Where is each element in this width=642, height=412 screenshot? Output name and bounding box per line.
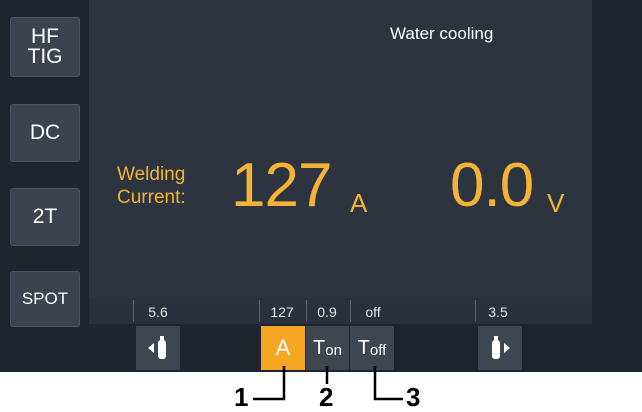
separator: [133, 300, 134, 322]
mode-spot-button[interactable]: SPOT: [10, 271, 80, 327]
t-off-button[interactable]: Toff: [350, 326, 394, 370]
current-param-button[interactable]: A: [261, 326, 305, 370]
separator: [350, 300, 351, 322]
pre-gas-cylinder-icon: [148, 336, 166, 359]
mode-dc-label: DC: [29, 121, 61, 144]
voltage-value: 0.0: [450, 151, 534, 220]
mode-hf-tig-button[interactable]: HF TIG: [10, 17, 80, 77]
t-off-value: off: [365, 304, 381, 320]
pre-gas-button[interactable]: [136, 326, 180, 370]
t-off-base: T: [357, 336, 370, 359]
current-param-label: A: [275, 335, 291, 360]
current-unit: A: [350, 188, 368, 218]
t-on-value: 0.9: [317, 304, 337, 320]
main-display-panel: [89, 0, 592, 298]
current-param-value: 127: [270, 304, 294, 320]
callout-3: 3: [406, 382, 421, 412]
pre-gas-value: 5.6: [148, 304, 168, 320]
current-value: 127: [231, 151, 332, 220]
t-on-button[interactable]: Ton: [306, 326, 349, 370]
post-gas-cylinder-icon: [492, 336, 510, 359]
water-cooling-status: Water cooling: [390, 24, 494, 43]
mode-dc-button[interactable]: DC: [10, 104, 80, 162]
welding-current-label: Welding Current:: [117, 163, 186, 209]
welding-label-line1: Welding: [117, 164, 186, 185]
mode-spot-label: SPOT: [21, 289, 69, 308]
separator: [306, 300, 307, 322]
t-off-sub: off: [369, 342, 387, 359]
mode-2t-label: 2T: [32, 205, 58, 228]
mode-hf-tig-label-line2: TIG: [27, 45, 63, 68]
mode-hf-tig-label-line1: HF: [31, 25, 59, 48]
welding-label-line2: Current:: [117, 187, 186, 208]
post-gas-button[interactable]: [478, 326, 522, 370]
voltage-unit: V: [547, 188, 565, 218]
separator: [259, 300, 260, 322]
post-gas-value: 3.5: [488, 304, 508, 320]
separator: [475, 300, 476, 322]
t-on-sub: on: [325, 342, 342, 359]
t-on-base: T: [313, 336, 326, 359]
mode-2t-button[interactable]: 2T: [10, 188, 80, 246]
callout-1: 1: [234, 382, 249, 412]
right-margin-strip: [592, 0, 642, 372]
callout-2: 2: [319, 382, 334, 412]
